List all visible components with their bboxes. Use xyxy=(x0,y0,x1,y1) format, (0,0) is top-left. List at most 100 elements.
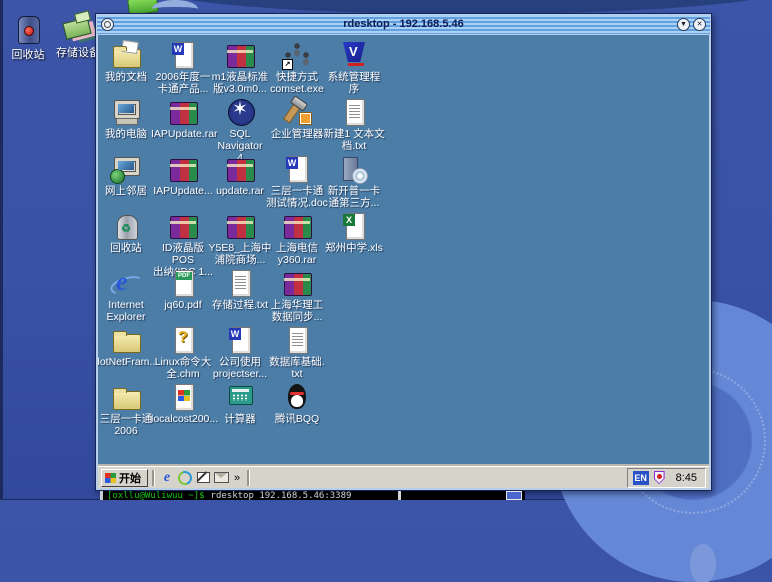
host-desktop-icon-recycle-bin[interactable]: 回收站 xyxy=(0,12,56,62)
desktop-icon[interactable]: 三层一卡通 2006 xyxy=(100,382,152,437)
desktop-icon[interactable]: 网上邻居 xyxy=(100,154,152,197)
desktop-icon-label: 2006年度一 卡通产品... xyxy=(151,71,215,95)
folderdoc-icon xyxy=(109,40,143,70)
taskbar-divider xyxy=(152,470,155,486)
desktop-icon-label: 新建1 文本文 档.txt xyxy=(322,128,386,152)
rar-icon xyxy=(223,211,257,241)
quicklaunch-overflow-chevron[interactable]: » xyxy=(234,472,240,484)
desktop-icon-label: IAPUpdate... xyxy=(151,185,215,197)
wallpaper-swoosh xyxy=(150,0,772,14)
desktop-icon[interactable]: W2006年度一 卡通产品... xyxy=(157,40,209,95)
desktop-icon[interactable]: ↗快捷方式 comset.exe xyxy=(271,40,323,95)
desktop-icon-label: 我的文档 xyxy=(98,71,158,83)
desktop-icon-label: 企业管理器 xyxy=(265,128,329,140)
desktop-icon-label: Linux命令大 全.chm xyxy=(151,356,215,380)
terminal-scrollbar[interactable] xyxy=(506,491,522,500)
desktop-icon[interactable]: localcost200... xyxy=(157,382,209,425)
chm-icon: ? xyxy=(166,325,200,355)
terminal-command: rdesktop 192.168.5.46:3389 xyxy=(211,491,352,500)
desktop-icon[interactable]: eInternet Explorer xyxy=(100,268,152,323)
window-titlebar[interactable]: rdesktop - 192.168.5.46 ▼ ✕ xyxy=(97,15,710,34)
desktop-icon[interactable]: 企业管理器 xyxy=(271,97,323,140)
desktop-icon[interactable]: PDFjq60.pdf xyxy=(157,268,209,311)
windows-flag-icon xyxy=(105,473,116,483)
desktop-icon-label: 公司使用 projectser... xyxy=(208,356,272,380)
desktop-icon[interactable]: ?Linux命令大 全.chm xyxy=(157,325,209,380)
desktop-icon-label: 三层一卡通 测试情况.doc xyxy=(265,185,329,209)
word-icon: W xyxy=(280,154,314,184)
desktop-icon-label: Y5E8_上海中 浦院商场... xyxy=(208,242,272,266)
desktop-icon[interactable]: update.rar xyxy=(214,154,266,197)
window-shade-button[interactable]: ▼ xyxy=(677,18,690,31)
desktop-icon-label: 系统管理程 序 xyxy=(322,71,386,95)
rar-icon xyxy=(223,40,257,70)
folder-icon xyxy=(109,382,143,412)
quicklaunch-show-desktop[interactable] xyxy=(195,470,211,486)
language-indicator[interactable]: EN xyxy=(633,471,649,485)
desktop-icon-label: 三层一卡通 2006 xyxy=(98,413,158,437)
quicklaunch-mail[interactable] xyxy=(213,470,229,486)
people-icon: ↗ xyxy=(280,40,314,70)
rar-icon xyxy=(223,154,257,184)
desktop-icon-label: m1液晶标准 版v3.0m0... xyxy=(208,71,272,95)
window-close-button[interactable]: ✕ xyxy=(693,18,706,31)
network-icon xyxy=(109,154,143,184)
desktop-icon[interactable]: 计算器 xyxy=(214,382,266,425)
desktop-icon[interactable]: IAPUpdate... xyxy=(157,154,209,197)
recycle-bin-icon xyxy=(11,12,45,44)
desktop-icon[interactable]: 上海华理工 数据同步... xyxy=(271,268,323,323)
desktop-icon-label: IAPUpdate.rar xyxy=(151,128,215,140)
winlogo-icon xyxy=(166,382,200,412)
rar-icon xyxy=(166,211,200,241)
terminal-prompt-line: [oxllu@Wuliwuu ~]$rdesktop 192.168.5.46:… xyxy=(103,491,351,500)
remote-desktop-icons: 我的文档W2006年度一 卡通产品...m1液晶标准 版v3.0m0...↗快捷… xyxy=(100,35,709,466)
computer-icon xyxy=(109,97,143,127)
txt-icon xyxy=(280,325,314,355)
desktop-icon[interactable]: 新开普一卡 通第三方... xyxy=(328,154,380,209)
terminal-window[interactable]: [oxllu@Wuliwuu ~]$rdesktop 192.168.5.46:… xyxy=(100,491,525,500)
desktop-icon-label: 上海电信 y360.rar xyxy=(265,242,329,266)
desktop-icon-label: 计算器 xyxy=(208,413,272,425)
quicklaunch-outlook-express[interactable] xyxy=(177,470,193,486)
desktop-icon[interactable]: 腾讯BQQ xyxy=(271,382,323,425)
rar-icon xyxy=(280,268,314,298)
desktop-icon[interactable]: 数据库基础. txt xyxy=(271,325,323,380)
desktop-icon[interactable]: 上海电信 y360.rar xyxy=(271,211,323,266)
desktop-icon[interactable]: IAPUpdate.rar xyxy=(157,97,209,140)
desktop-icon[interactable]: X郑州中学.xls xyxy=(328,211,380,254)
host-icon-label: 回收站 xyxy=(0,46,56,62)
compass-icon: ✶ xyxy=(223,97,257,127)
desktop-icon[interactable]: 我的电脑 xyxy=(100,97,152,140)
antivirus-shield-icon[interactable] xyxy=(654,471,665,484)
desktop-icon[interactable]: m1液晶标准 版v3.0m0... xyxy=(214,40,266,95)
desktop-icon[interactable]: ♻回收站 xyxy=(100,211,152,254)
installer-icon xyxy=(337,154,371,184)
desktop-icon[interactable]: W三层一卡通 测试情况.doc xyxy=(271,154,323,209)
tools-icon xyxy=(280,97,314,127)
desktop-icon[interactable]: dotNetFram... xyxy=(100,325,152,368)
qq-icon xyxy=(280,382,314,412)
desktop-icon[interactable]: W公司使用 projectser... xyxy=(214,325,266,380)
desktop-icon-label: 数据库基础. txt xyxy=(265,356,329,380)
desktop-icon[interactable]: V系统管理程 序 xyxy=(328,40,380,95)
internet-explorer-icon: e xyxy=(164,470,170,486)
start-label: 开始 xyxy=(119,470,141,486)
desktop-icon-label: 腾讯BQQ xyxy=(265,413,329,425)
remote-taskbar: 开始 e » EN xyxy=(98,466,709,488)
desktop-icon[interactable]: 存储过程.txt xyxy=(214,268,266,311)
rar-icon xyxy=(166,97,200,127)
desktop-icon-label: localcost200... xyxy=(151,413,215,425)
quicklaunch-internet-explorer[interactable]: e xyxy=(159,470,175,486)
desktop-icon[interactable]: Y5E8_上海中 浦院商场... xyxy=(214,211,266,266)
txt-icon xyxy=(337,97,371,127)
desktop-icon[interactable]: 新建1 文本文 档.txt xyxy=(328,97,380,152)
start-button[interactable]: 开始 xyxy=(101,469,148,487)
outlook-express-icon xyxy=(176,468,195,487)
window-title: rdesktop - 192.168.5.46 xyxy=(97,18,710,30)
terminal-divider xyxy=(398,491,401,500)
desktop-icon[interactable]: 我的文档 xyxy=(100,40,152,83)
desktop-icon-label: Internet Explorer xyxy=(98,299,158,323)
show-desktop-icon xyxy=(197,472,210,483)
desktop-icon-label: 我的电脑 xyxy=(98,128,158,140)
bin-icon: ♻ xyxy=(109,211,143,241)
